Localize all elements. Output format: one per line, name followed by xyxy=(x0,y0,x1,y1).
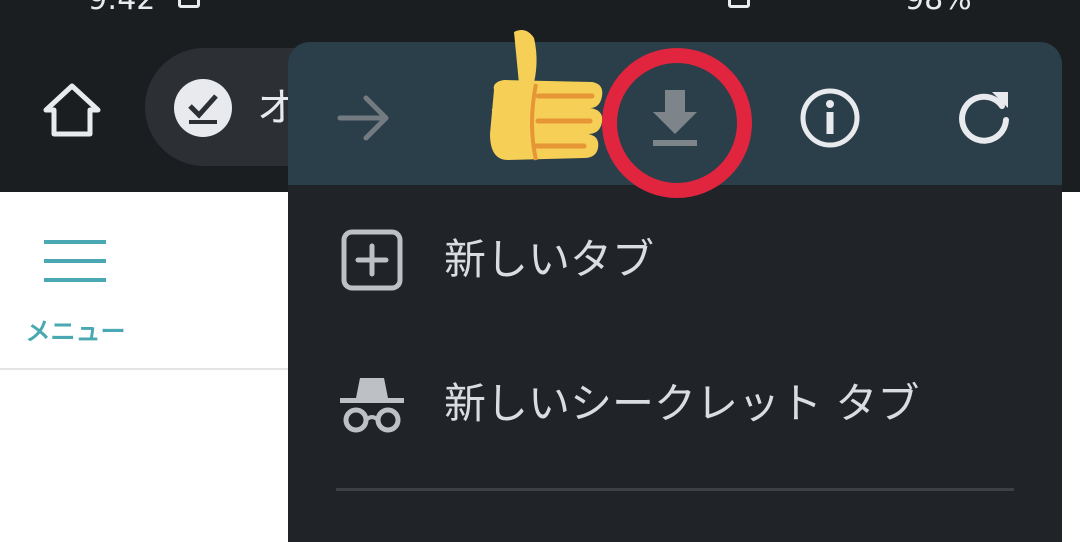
menu-item-new-incognito-tab[interactable]: 新しいシークレット タブ xyxy=(288,336,1062,466)
notification-icon xyxy=(728,0,750,8)
gallery-icon xyxy=(178,0,200,8)
download-check-icon xyxy=(174,79,232,137)
home-icon[interactable] xyxy=(40,78,104,142)
incognito-icon xyxy=(340,378,404,433)
new-tab-icon xyxy=(341,229,403,291)
menu-button[interactable]: メニュー xyxy=(18,240,133,350)
menu-label: メニュー xyxy=(25,317,126,346)
battery-percent: 98% xyxy=(905,0,972,17)
forward-icon[interactable] xyxy=(328,82,400,154)
menu-divider xyxy=(336,488,1014,491)
page-divider xyxy=(0,368,300,370)
status-bar: 9:42 98% xyxy=(0,0,1080,20)
menu-item-new-tab[interactable]: 新しいタブ xyxy=(288,192,1062,322)
menu-item-label: 新しいタブ xyxy=(444,235,655,284)
highlight-circle xyxy=(602,48,752,198)
thumbs-up-pointing-emoji xyxy=(490,30,603,161)
reload-icon[interactable] xyxy=(948,82,1020,154)
menu-item-label: 新しいシークレット タブ xyxy=(444,379,920,428)
info-icon[interactable] xyxy=(794,82,866,154)
status-time: 9:42 xyxy=(88,0,155,17)
